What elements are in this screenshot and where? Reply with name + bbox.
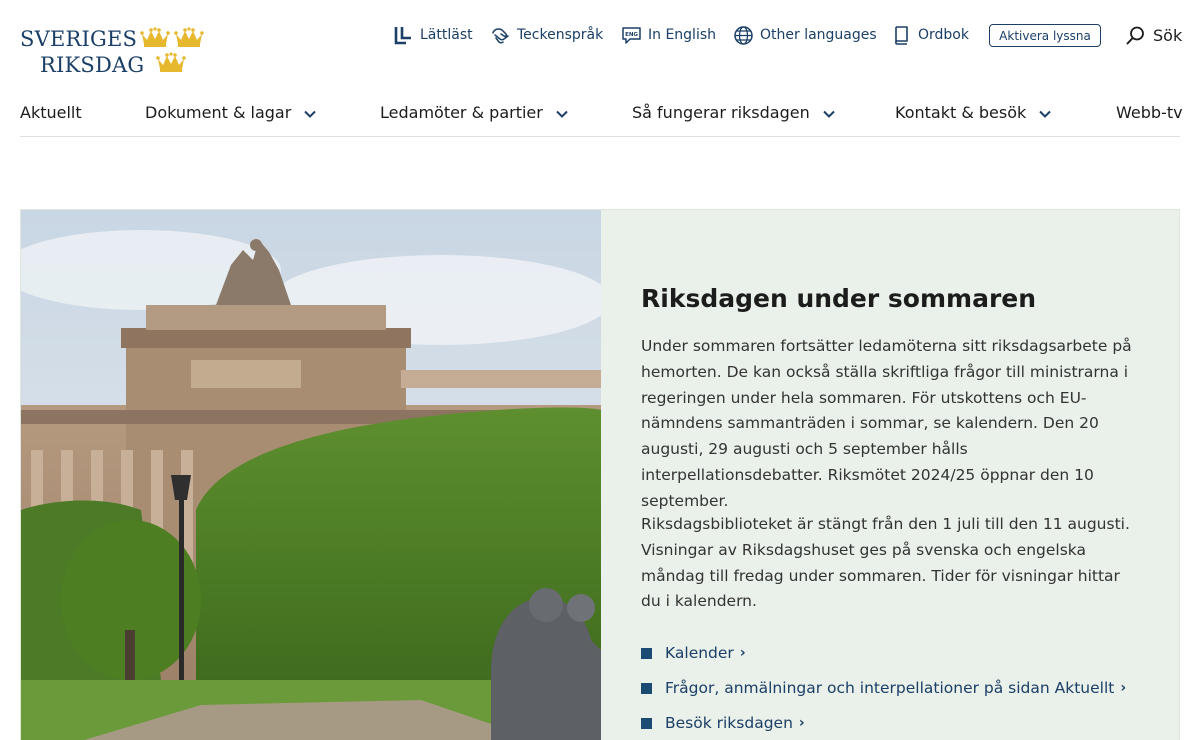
sign-language-link[interactable]: Teckenspråk xyxy=(490,22,603,48)
hero-paragraph: Under sommaren fortsätter ledamöterna si… xyxy=(641,337,1132,510)
svg-text:ENG: ENG xyxy=(625,32,638,38)
link-label: Kalender xyxy=(665,644,734,662)
utility-nav: Lättläst Teckenspråk ENG In English Othe… xyxy=(0,22,1200,48)
nav-item-ledamoter-partier[interactable]: Ledamöter & partier xyxy=(380,99,569,125)
english-label: In English xyxy=(648,27,717,43)
nav-item-label: Så fungerar riksdagen xyxy=(632,102,810,122)
site-header: SVERIGES RIKSDAG Lättläst Teckenspråk EN… xyxy=(0,0,1200,137)
sign-language-label: Teckenspråk xyxy=(517,27,604,43)
nav-item-label: Dokument & lagar xyxy=(145,102,292,122)
other-languages-label: Other languages xyxy=(760,27,877,43)
nav-item-aktuellt[interactable]: Aktuellt xyxy=(20,99,82,125)
english-link[interactable]: ENG In English xyxy=(621,22,716,48)
hero-paragraph: Riksdagsbiblioteket är stängt från den 1… xyxy=(641,515,1130,611)
hero-card: Riksdagen under sommaren Under sommaren … xyxy=(20,209,1180,740)
chevron-down-icon xyxy=(304,110,317,118)
search-link[interactable]: Sök xyxy=(1125,22,1182,48)
sign-language-icon xyxy=(492,27,509,43)
chevron-right-icon: › xyxy=(739,645,746,661)
hero-text-panel: Riksdagen under sommaren Under sommaren … xyxy=(601,210,1179,740)
square-bullet-icon xyxy=(641,682,652,694)
nav-item-sa-fungerar-riksdagen[interactable]: Så fungerar riksdagen xyxy=(632,99,836,125)
chevron-right-icon: › xyxy=(1120,680,1127,696)
book-icon xyxy=(895,25,908,45)
chevron-down-icon xyxy=(1039,110,1051,118)
link-besok-riksdagen[interactable]: Besök riksdagen › xyxy=(641,712,805,734)
search-icon xyxy=(1126,26,1144,44)
link-fragor-interpellationer[interactable]: Frågor, anmälningar och interpellationer… xyxy=(641,677,1126,699)
chevron-down-icon xyxy=(556,110,568,118)
dictionary-label: Ordbok xyxy=(918,27,969,43)
nav-item-label: Kontakt & besök xyxy=(895,102,1027,122)
nav-item-dokument-lagar[interactable]: Dokument & lagar xyxy=(145,99,317,125)
hero-title: Riksdagen under sommaren xyxy=(641,284,1037,313)
globe-icon xyxy=(734,25,753,45)
link-label: Frågor, anmälningar och interpellationer… xyxy=(665,679,1115,697)
square-bullet-icon xyxy=(641,647,652,659)
easy-read-icon xyxy=(394,26,411,44)
chevron-right-icon: › xyxy=(798,715,805,731)
parliament-building-photo xyxy=(21,210,601,740)
link-kalender[interactable]: Kalender › xyxy=(641,642,746,664)
nav-item-kontakt-besok[interactable]: Kontakt & besök xyxy=(895,99,1052,125)
link-label: Besök riksdagen xyxy=(665,714,793,732)
main-nav: Aktuellt Dokument & lagar Ledamöter & pa… xyxy=(0,99,1200,125)
activate-listen-button[interactable]: Aktivera lyssna xyxy=(989,24,1101,47)
nav-item-label: Webb-tv xyxy=(1116,102,1183,122)
logo-text-riksdag: RIKSDAG xyxy=(40,53,145,77)
easy-read-label: Lättläst xyxy=(420,27,473,43)
nav-item-label: Aktuellt xyxy=(20,102,82,122)
english-icon: ENG xyxy=(622,26,641,44)
search-label: Sök xyxy=(1153,25,1183,45)
easy-read-link[interactable]: Lättläst xyxy=(393,22,473,48)
square-bullet-icon xyxy=(641,717,652,729)
dictionary-link[interactable]: Ordbok xyxy=(891,22,969,48)
chevron-down-icon xyxy=(823,110,835,118)
nav-item-webb-tv[interactable]: Webb-tv xyxy=(1116,99,1183,125)
nav-item-label: Ledamöter & partier xyxy=(380,102,543,122)
crown-icon xyxy=(156,52,186,72)
nav-divider xyxy=(20,136,1180,137)
other-languages-link[interactable]: Other languages xyxy=(733,22,877,48)
